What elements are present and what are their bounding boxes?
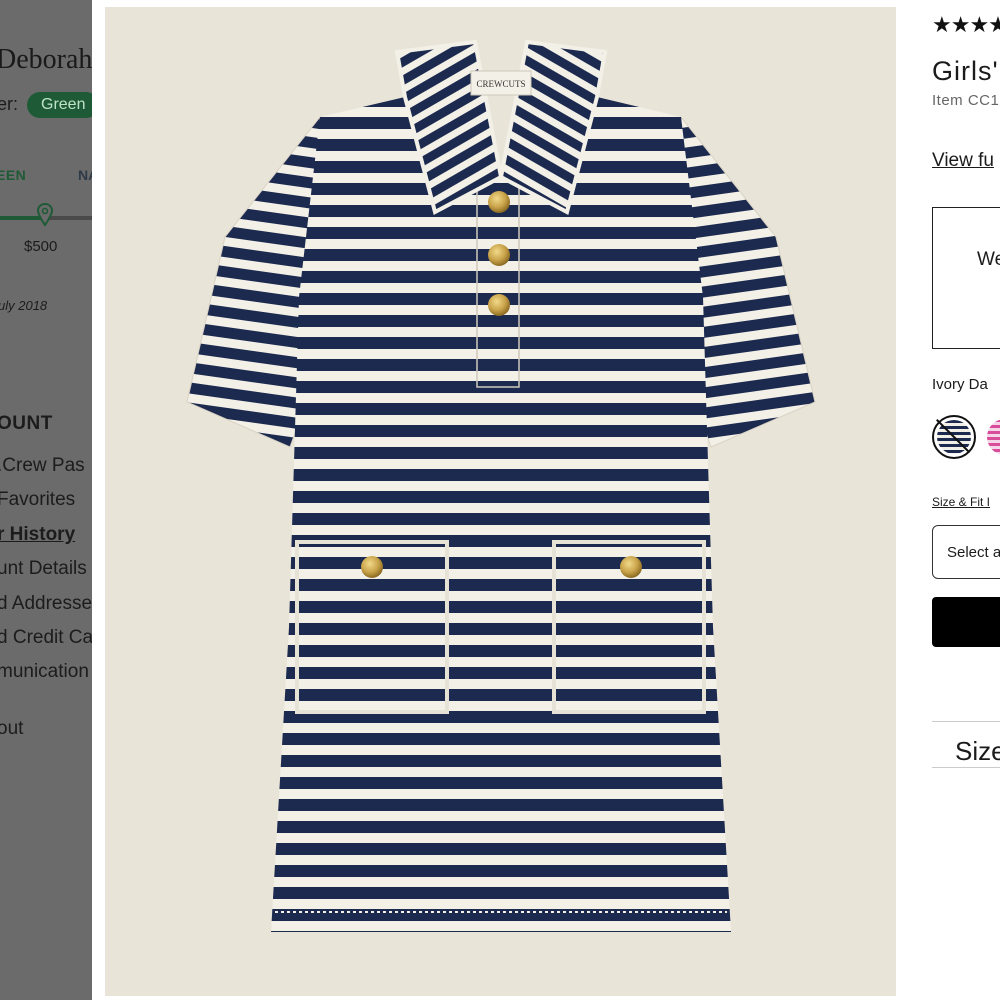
promo-text: We [977, 249, 1000, 270]
tier-label: er: [0, 94, 19, 114]
product-title: Girls' [932, 56, 999, 86]
tier-badge: Green [27, 92, 92, 118]
divider [932, 767, 1000, 768]
product-details-panel: ★★★★ Girls' Item CC1 View fu We Ivory Da… [915, 0, 1000, 1000]
color-swatch-navy-stripe[interactable] [932, 415, 976, 459]
add-to-bag-button[interactable] [932, 597, 1000, 647]
nav-item-account-details[interactable]: unt Details [0, 558, 87, 580]
nav-item-sign-out[interactable]: out [0, 718, 23, 740]
account-side-panel: Deborah er: Green EEN NA $500 uly 2018 O… [0, 0, 92, 1000]
item-number: Item CC1 [932, 92, 1000, 109]
nav-item-passport[interactable]: .Crew Pas [0, 455, 85, 477]
color-swatch-pink-stripe[interactable] [987, 419, 1000, 455]
selected-color-label: Ivory Da [932, 376, 988, 393]
nav-item-credit-cards[interactable]: d Credit Ca [0, 627, 92, 649]
location-pin-icon [36, 203, 54, 227]
divider [932, 721, 1000, 722]
user-name: Deborah [0, 44, 92, 75]
tier-next-label: NA [78, 167, 92, 183]
product-image: CREWCUTS [105, 7, 896, 996]
account-section-heading: OUNT [0, 413, 53, 434]
view-full-details-link[interactable]: View fu [932, 150, 994, 172]
rating-stars[interactable]: ★★★★ [932, 12, 1000, 38]
nav-item-addresses[interactable]: d Addresse [0, 593, 92, 615]
tier-current-label: EEN [0, 167, 27, 183]
brand-label: CREWCUTS [476, 79, 525, 89]
promo-box [932, 207, 1000, 349]
nav-item-communications[interactable]: munication [0, 661, 89, 683]
striped-dress-illustration: CREWCUTS [105, 7, 896, 996]
size-section-heading[interactable]: Size [955, 736, 1000, 767]
product-image-panel: CREWCUTS [92, 0, 973, 1000]
size-fit-link[interactable]: Size & Fit I [932, 495, 990, 509]
nav-item-order-history[interactable]: r History [0, 524, 75, 546]
member-since-text: uly 2018 [0, 298, 48, 313]
rewards-progress-amount: $500 [24, 238, 58, 255]
nav-item-favorites[interactable]: Favorites [0, 489, 75, 511]
size-select-placeholder: Select a [947, 544, 1000, 561]
